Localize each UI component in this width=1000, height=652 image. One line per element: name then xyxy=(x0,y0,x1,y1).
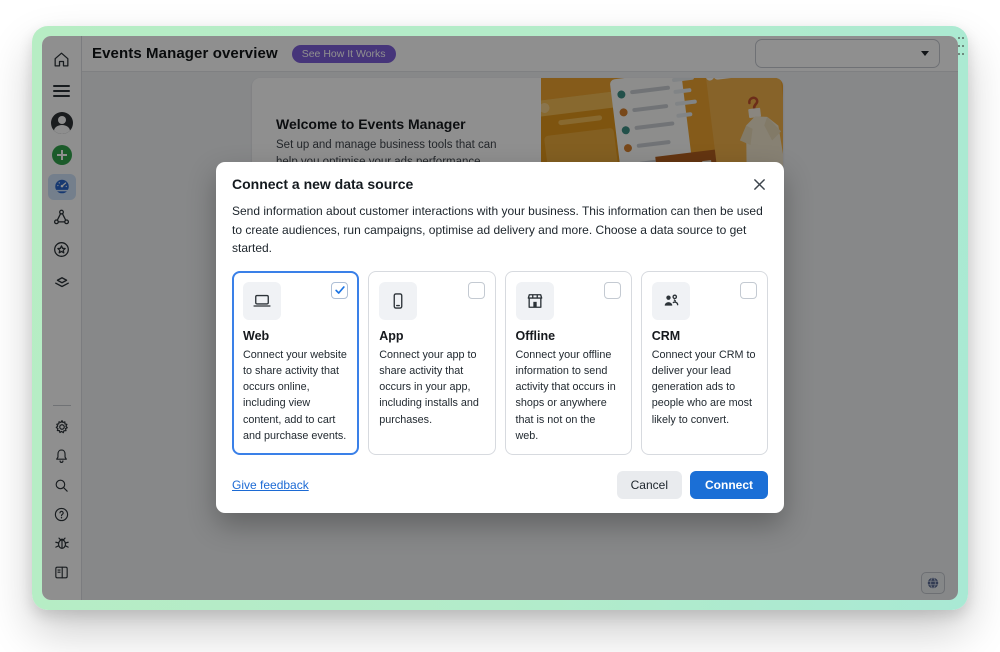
mobile-phone-icon xyxy=(379,282,417,320)
data-source-card-web[interactable]: Web Connect your website to share activi… xyxy=(232,271,359,455)
card-description: Connect your offline information to send… xyxy=(516,347,621,444)
storefront-icon xyxy=(516,282,554,320)
close-icon xyxy=(753,178,766,191)
people-icon xyxy=(652,282,690,320)
card-title: App xyxy=(379,329,484,343)
screenshot-frame: Events Manager overview See How It Works… xyxy=(32,26,968,610)
card-title: Web xyxy=(243,329,348,343)
data-source-cards: Web Connect your website to share activi… xyxy=(232,271,768,455)
connect-data-source-modal: Connect a new data source Send informati… xyxy=(216,162,784,513)
data-source-card-offline[interactable]: Offline Connect your offline information… xyxy=(505,271,632,455)
modal-close-button[interactable] xyxy=(751,176,768,193)
offline-checkbox[interactable] xyxy=(604,282,621,299)
cancel-button[interactable]: Cancel xyxy=(617,471,682,499)
data-source-card-app[interactable]: App Connect your app to share activity t… xyxy=(368,271,495,455)
events-manager-app: Events Manager overview See How It Works… xyxy=(42,36,958,600)
data-source-card-crm[interactable]: CRM Connect your CRM to deliver your lea… xyxy=(641,271,768,455)
laptop-icon xyxy=(243,282,281,320)
crm-checkbox[interactable] xyxy=(740,282,757,299)
modal-title: Connect a new data source xyxy=(232,176,413,192)
card-description: Connect your CRM to deliver your lead ge… xyxy=(652,347,757,428)
card-description: Connect your website to share activity t… xyxy=(243,347,348,444)
give-feedback-link[interactable]: Give feedback xyxy=(232,478,309,492)
app-checkbox[interactable] xyxy=(468,282,485,299)
card-title: Offline xyxy=(516,329,621,343)
card-description: Connect your app to share activity that … xyxy=(379,347,484,428)
connect-button[interactable]: Connect xyxy=(690,471,768,499)
web-checkbox[interactable] xyxy=(331,282,348,299)
frame-drag-handle[interactable] xyxy=(957,34,965,58)
card-title: CRM xyxy=(652,329,757,343)
modal-description: Send information about customer interact… xyxy=(232,202,768,258)
